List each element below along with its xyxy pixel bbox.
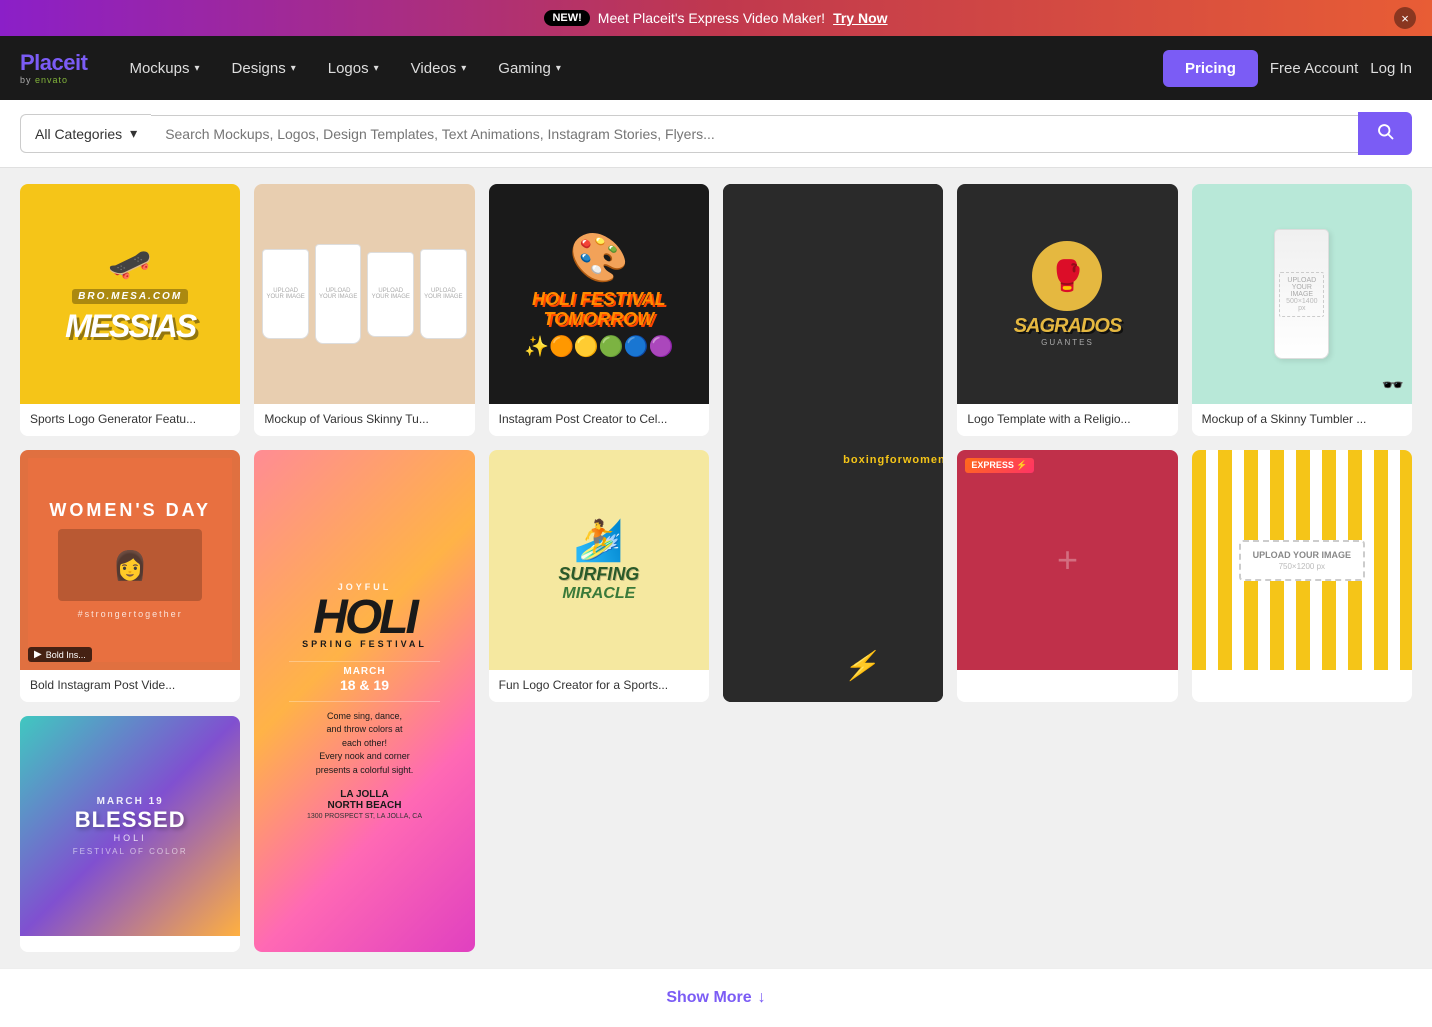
logo-envato: by envato <box>20 75 87 85</box>
category-label: All Categories <box>35 126 122 142</box>
grid-item-label: Mockup of a Skinny Tumbler ... <box>1192 404 1412 436</box>
pricing-button[interactable]: Pricing <box>1163 50 1258 87</box>
show-more-container: Show More ↓ <box>0 968 1432 1027</box>
express-badge: EXPRESS ⚡ <box>965 458 1033 473</box>
nav-item-gaming[interactable]: Gaming ▾ <box>484 52 575 85</box>
grid-item-label: Instagram Post Creator to Cel... <box>489 404 709 436</box>
chevron-down-icon: ▾ <box>130 125 137 142</box>
banner-message: Meet Placeit's Express Video Maker! <box>598 10 825 26</box>
grid-item-skinny-tumbler[interactable]: UPLOADYOURIMAGE500×1400 px 🕶️ Mockup of … <box>1192 184 1412 436</box>
nav-item-mockups[interactable]: Mockups ▾ <box>115 52 213 85</box>
chevron-down-icon: ▾ <box>291 63 296 74</box>
search-bar-container: All Categories ▾ <box>0 100 1432 168</box>
grid-item-label: Fun Logo Creator for a Sports... <box>489 670 709 702</box>
grid-item-tumblers[interactable]: UPLOAD YOUR IMAGE UPLOAD YOUR IMAGE UPLO… <box>254 184 474 436</box>
nav-item-videos[interactable]: Videos ▾ <box>397 52 481 85</box>
nav-items: Mockups ▾ Designs ▾ Logos ▾ Videos ▾ Gam… <box>115 52 1163 85</box>
chevron-down-icon: ▾ <box>556 63 561 74</box>
grid-item-label <box>1192 670 1412 686</box>
chevron-down-icon: ▾ <box>374 63 379 74</box>
grid-item-label: Logo Template with a Religio... <box>957 404 1177 436</box>
grid-item-label <box>957 670 1177 686</box>
nav-item-logos[interactable]: Logos ▾ <box>314 52 393 85</box>
chevron-down-icon: ▾ <box>194 63 199 74</box>
show-more-button[interactable]: Show More ↓ <box>666 989 765 1007</box>
free-account-button[interactable]: Free Account <box>1270 60 1358 77</box>
grid-item-sports-logo[interactable]: 🛹 bro.mesa.com MESSIAS Sports Logo Gener… <box>20 184 240 436</box>
logo[interactable]: Placeit by envato <box>20 51 87 85</box>
navbar: Placeit by envato Mockups ▾ Designs ▾ Lo… <box>0 36 1432 100</box>
top-banner: NEW! Meet Placeit's Express Video Maker!… <box>0 0 1432 36</box>
grid-item-sagrados[interactable]: 🥊 SAGRADOS GUANTES Logo Template with a … <box>957 184 1177 436</box>
logo-name: Placeit <box>20 51 87 75</box>
grid-container: 🛹 bro.mesa.com MESSIAS Sports Logo Gener… <box>0 168 1432 968</box>
banner-close-button[interactable]: × <box>1394 7 1416 29</box>
nav-right: Pricing Free Account Log In <box>1163 50 1412 87</box>
grid-item-label <box>20 936 240 952</box>
grid-item-womens-day-instagram[interactable]: WOMEN'S DAY 👩 #strongertogether ▶ Bold I… <box>20 450 240 702</box>
search-button[interactable] <box>1358 112 1412 155</box>
grid-item-label: Sports Logo Generator Featu... <box>20 404 240 436</box>
search-icon <box>1376 122 1394 145</box>
category-select[interactable]: All Categories ▾ <box>20 114 151 153</box>
nav-item-designs[interactable]: Designs ▾ <box>218 52 310 85</box>
grid-item-holi-flyer[interactable]: JOYFUL HOLI SPRING FESTIVAL MARCH 18 & 1… <box>254 450 474 952</box>
grid-item-womens-boxing[interactable]: Pl FIGHT LIKEA WOMAN Discounts On Women'… <box>723 184 943 702</box>
grid-item-surfing-logo[interactable]: 🏄 SURFING MIRACLE Fun Logo Creator for a… <box>489 450 709 702</box>
grid-item-blessed-holi[interactable]: MARCH 19 BLESSED HOLI FESTIVAL OF COLOR <box>20 716 240 952</box>
video-badge: ▶ Bold Ins... <box>28 647 92 662</box>
grid-item-yellow-stripe[interactable]: UPLOAD YOUR IMAGE 750×1200 px <box>1192 450 1412 702</box>
grid-item-label: Mockup of Various Skinny Tu... <box>254 404 474 436</box>
show-more-label: Show More <box>666 989 751 1007</box>
chevron-down-icon: ▾ <box>461 63 466 74</box>
login-button[interactable]: Log In <box>1370 60 1412 77</box>
search-input[interactable] <box>151 115 1358 153</box>
grid-item-label: Bold Instagram Post Vide... <box>20 670 240 702</box>
arrow-down-icon: ↓ <box>758 989 766 1007</box>
grid-item-holi-instagram[interactable]: 🎨 HOLI FESTIVALTOMORROW ✨🟠🟡🟢🔵🟣 Instagram… <box>489 184 709 436</box>
grid-item-express[interactable]: EXPRESS ⚡ + <box>957 450 1177 702</box>
new-badge: NEW! <box>544 10 589 26</box>
try-now-link[interactable]: Try Now <box>833 10 887 26</box>
